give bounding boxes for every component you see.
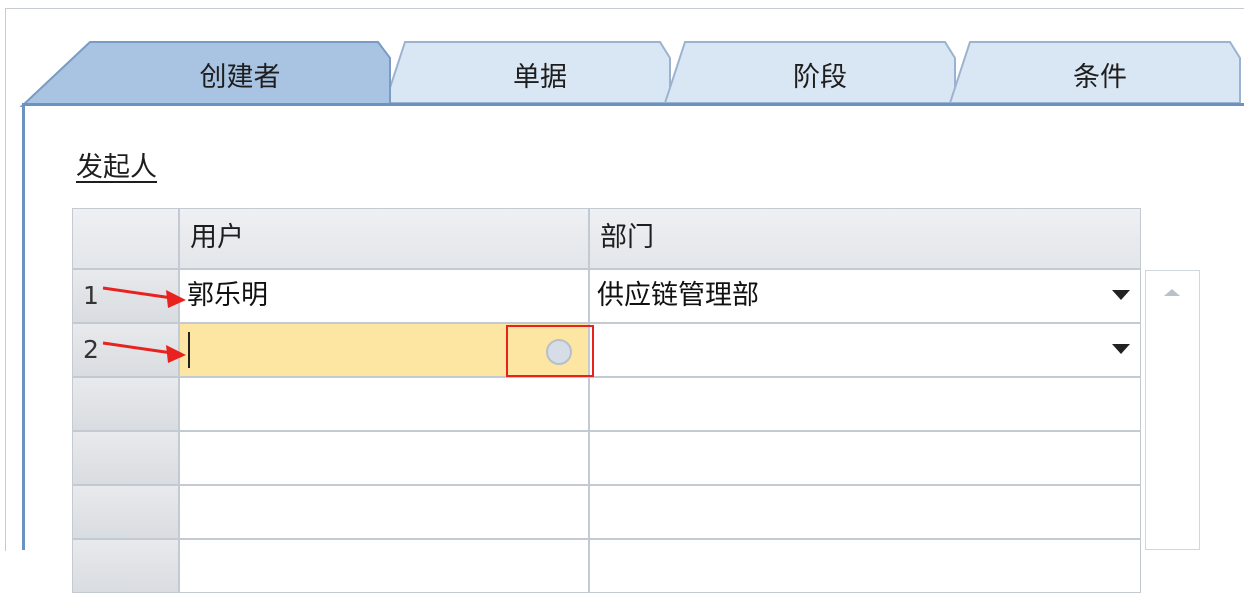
annotation-overlay bbox=[102, 286, 186, 363]
annotation-arrow-icon bbox=[102, 341, 186, 363]
annotation-arrow-icon bbox=[102, 286, 186, 308]
